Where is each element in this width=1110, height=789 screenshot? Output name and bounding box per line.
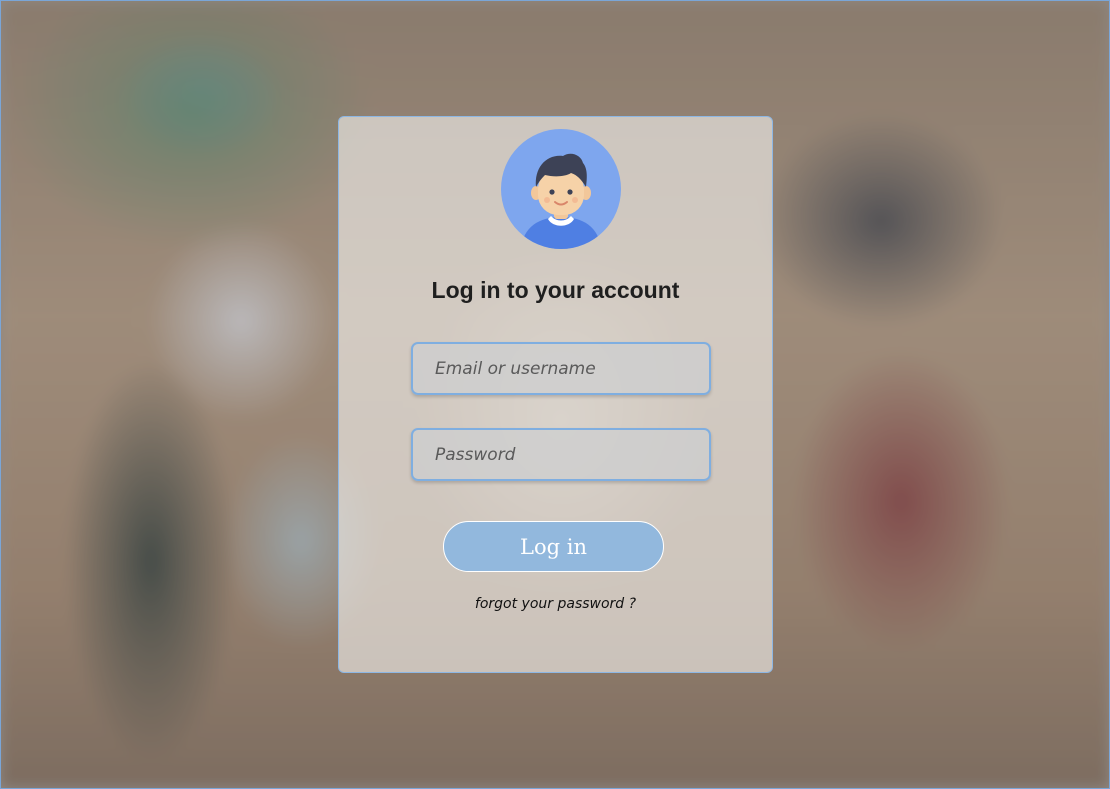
login-button[interactable]: Log in — [443, 521, 664, 572]
page-title: Log in to your account — [431, 277, 680, 303]
email-username-input[interactable] — [411, 342, 711, 395]
password-input[interactable] — [411, 428, 711, 481]
login-card: Log in to your account Log in forgot you… — [338, 116, 773, 673]
user-avatar-icon — [501, 129, 621, 249]
forgot-password-link[interactable]: forgot your password ? — [339, 596, 772, 612]
